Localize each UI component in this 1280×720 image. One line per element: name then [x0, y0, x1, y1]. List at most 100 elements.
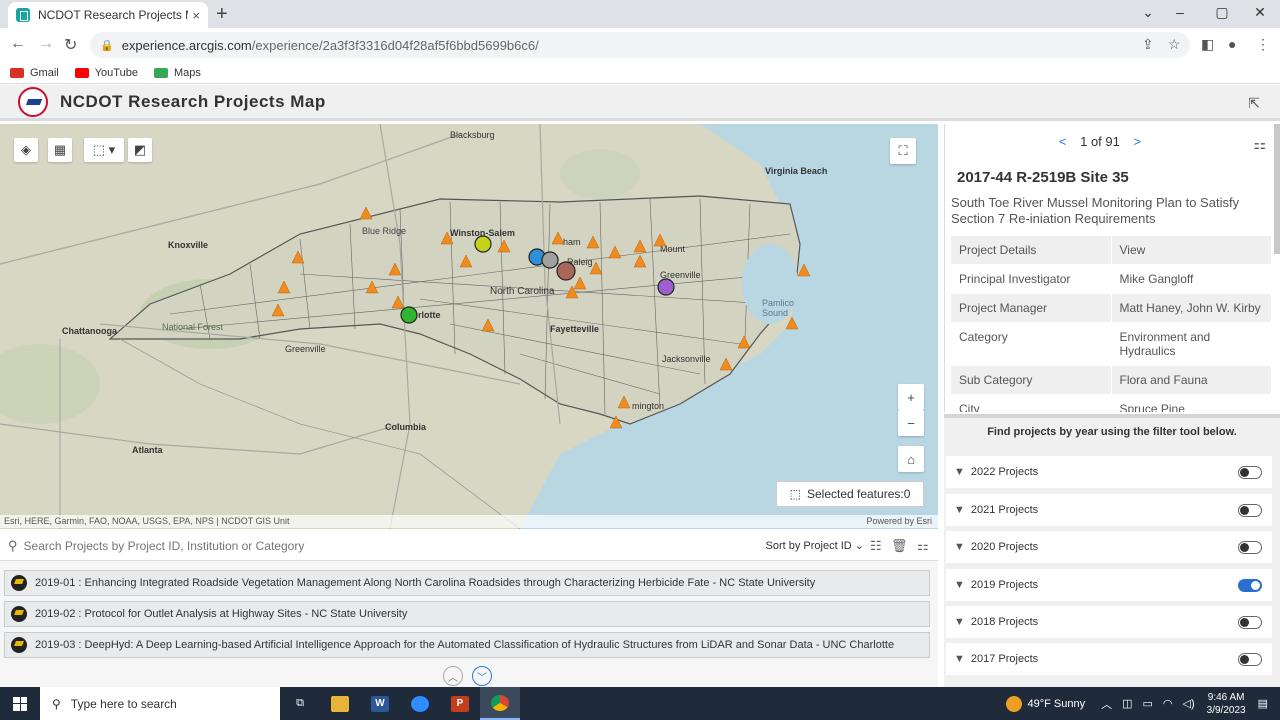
bookmark-maps[interactable]: Maps	[153, 67, 201, 79]
zoom-out-button[interactable]: −	[898, 410, 924, 436]
gmail-icon	[10, 67, 24, 78]
filter-2018[interactable]: ▼ 2018 Projects	[946, 606, 1272, 638]
menu-grid-icon[interactable]: ⚏	[1253, 136, 1266, 153]
details-scrollbar[interactable]	[1274, 124, 1280, 254]
powerpoint-button[interactable]: P	[440, 687, 480, 720]
new-tab-button[interactable]: +	[216, 4, 228, 24]
wifi-icon[interactable]: ◠	[1163, 697, 1173, 710]
sort-dropdown[interactable]: Sort by Project ID ⌄	[766, 539, 864, 552]
project-list-panel: ⚲ Sort by Project ID ⌄ ☷ 🗑 ⚏ 2019-01 : E…	[0, 531, 938, 687]
project-triangle-marker	[391, 295, 405, 309]
notifications-icon[interactable]: ▤	[1258, 697, 1268, 710]
filter-toggle[interactable]	[1238, 653, 1262, 666]
browser-tab[interactable]: NCDOT Research Projects Map W ×	[8, 2, 208, 28]
list-item[interactable]: 2019-01 : Enhancing Integrated Roadside …	[4, 570, 930, 596]
profile-avatar-icon[interactable]: ●	[1228, 36, 1236, 52]
project-circle-marker	[400, 306, 418, 324]
browser-menu-icon[interactable]: ⋮	[1256, 36, 1270, 53]
bookmark-label: Gmail	[30, 66, 59, 79]
trash-icon[interactable]: 🗑	[891, 538, 908, 554]
filter-2021[interactable]: ▼ 2021 Projects	[946, 494, 1272, 526]
task-view-button[interactable]: ⧉	[280, 687, 320, 720]
task-view-icon: ⧉	[296, 697, 304, 709]
select-tool-button[interactable]: ⬚ ▾	[84, 138, 124, 162]
attribute-row: Category Environment and Hydraulics	[951, 322, 1271, 366]
clock[interactable]: 9:46 AM 3/9/2023	[1207, 691, 1246, 717]
taskbar-search-placeholder: Type here to search	[70, 696, 177, 711]
chrome-icon	[491, 694, 509, 711]
zoom-in-button[interactable]: +	[898, 384, 924, 410]
project-triangle-marker	[291, 250, 305, 264]
filter-2019[interactable]: ▼ 2019 Projects	[946, 569, 1272, 601]
maximize-button[interactable]: ▢	[1212, 4, 1232, 21]
zoom-button[interactable]	[400, 687, 440, 720]
bookmark-youtube[interactable]: YouTube	[74, 67, 138, 79]
legend-button[interactable]: ▦	[48, 138, 72, 162]
project-triangle-marker	[277, 280, 291, 294]
list-item[interactable]: 2019-02 : Protocol for Outlet Analysis a…	[4, 601, 930, 627]
volume-icon[interactable]: ◁)	[1183, 697, 1195, 710]
grid-view-icon[interactable]: ⚏	[917, 538, 929, 554]
address-bar-row: ← → ↻ 🔒 experience.arcgis.com/experience…	[0, 28, 1280, 62]
scroll-up-button[interactable]: ︿	[443, 666, 463, 686]
filter-toggle[interactable]	[1238, 579, 1262, 592]
selected-features-button[interactable]: ⬚ Selected features:0	[776, 481, 924, 507]
share-page-icon[interactable]: ⇪	[1142, 36, 1154, 53]
filter-2020[interactable]: ▼ 2020 Projects	[946, 531, 1272, 563]
scroll-down-button[interactable]: ﹀	[472, 666, 492, 686]
filter-2022[interactable]: ▼ 2022 Projects	[946, 456, 1272, 488]
meet-icon[interactable]: ◫	[1122, 697, 1132, 710]
map-view[interactable]: Blacksburg Virginia Beach Knoxville Wins…	[0, 124, 938, 529]
project-markers[interactable]	[0, 124, 938, 529]
back-icon[interactable]: ←	[10, 35, 26, 53]
filter-toggle[interactable]	[1238, 616, 1262, 629]
powered-by-link[interactable]: Powered by Esri	[866, 515, 932, 528]
close-tab-icon[interactable]: ×	[192, 8, 200, 23]
filter-toggle[interactable]	[1238, 541, 1262, 554]
select-all-icon[interactable]: ☷	[870, 538, 882, 554]
next-feature-button[interactable]: >	[1134, 134, 1142, 149]
previous-feature-button[interactable]: <	[1059, 134, 1067, 149]
taskbar-search[interactable]: ⚲ Type here to search	[40, 687, 280, 720]
project-search-input[interactable]	[23, 538, 624, 553]
battery-icon[interactable]: ▭	[1143, 697, 1153, 710]
project-details-link[interactable]: View	[1111, 236, 1271, 265]
layers-button[interactable]: ◈	[14, 138, 38, 162]
start-button[interactable]	[0, 687, 40, 720]
share-icon[interactable]: ⇱	[1248, 95, 1260, 112]
app-header: NCDOT Research Projects Map ⇱	[0, 85, 1280, 121]
weather-text[interactable]: 49°F Sunny	[1028, 698, 1086, 710]
filter-icon: ▼	[954, 579, 965, 591]
attribute-value: Environment and Hydraulics	[1111, 322, 1271, 366]
feature-pager: < 1 of 91 >	[945, 134, 1255, 149]
bookmark-star-icon[interactable]: ☆	[1168, 36, 1181, 53]
project-triangle-marker	[633, 239, 647, 253]
window-close-button[interactable]: ✕	[1250, 4, 1270, 21]
selected-features-label: Selected features:0	[806, 487, 911, 501]
chrome-button[interactable]	[480, 687, 520, 720]
tab-search-icon[interactable]: ⌄	[1138, 4, 1158, 21]
fullscreen-icon: ⛶	[898, 143, 908, 158]
reload-icon[interactable]: ↻	[64, 35, 77, 55]
tray-chevron-icon[interactable]: ︿	[1101, 696, 1112, 712]
home-button[interactable]: ⌂	[898, 446, 924, 472]
attribute-key: Project Manager	[951, 293, 1112, 323]
fullscreen-button[interactable]: ⛶	[890, 138, 916, 164]
side-panel-icon[interactable]: ◧	[1201, 36, 1214, 53]
minimize-button[interactable]: –	[1170, 4, 1190, 20]
zoom-icon	[411, 695, 429, 712]
list-item-text: 2019-01 : Enhancing Integrated Roadside …	[35, 577, 816, 589]
file-explorer-button[interactable]	[320, 687, 360, 720]
url-field[interactable]: 🔒 experience.arcgis.com/experience/2a3f3…	[90, 32, 1190, 58]
powerpoint-icon: P	[451, 695, 469, 712]
filter-2017[interactable]: ▼ 2017 Projects	[946, 643, 1272, 675]
filter-toggle[interactable]	[1238, 504, 1262, 517]
list-item[interactable]: 2019-03 : DeepHyd: A Deep Learning-based…	[4, 632, 930, 658]
bookmark-gmail[interactable]: Gmail	[10, 67, 59, 79]
basemap-toggle-button[interactable]: ◩	[128, 138, 152, 162]
word-button[interactable]: W	[360, 687, 400, 720]
search-icon: ⚲	[52, 696, 61, 711]
filter-toggle[interactable]	[1238, 466, 1262, 479]
filter-label: 2021 Projects	[970, 504, 1039, 516]
forward-icon[interactable]: →	[38, 35, 54, 53]
